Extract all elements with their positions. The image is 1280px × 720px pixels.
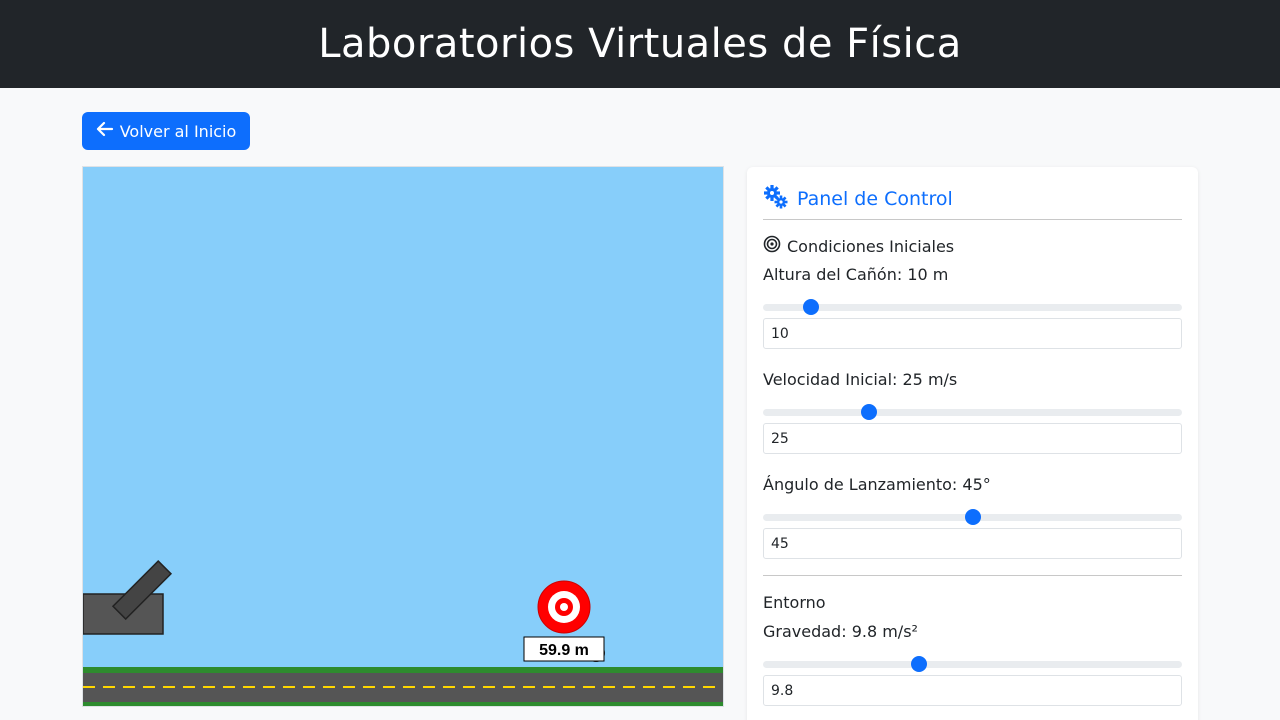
section-divider [763,575,1182,576]
velocity-input[interactable] [763,423,1182,454]
gravity-slider[interactable] [763,654,1182,674]
height-control: Altura del Cañón: 10 m [763,265,1182,349]
gears-icon [763,184,789,215]
angle-input[interactable] [763,528,1182,559]
gravity-label: Gravedad: 9.8 m/s² [763,622,918,641]
height-slider[interactable] [763,297,1182,317]
angle-label: Ángulo de Lanzamiento: 45° [763,475,991,494]
height-input[interactable] [763,318,1182,349]
panel-header: Panel de Control [763,179,1182,219]
top-navbar: Laboratorios Virtuales de Física [0,0,1280,88]
simulation-canvas[interactable]: 59.9 m [82,166,724,707]
initial-conditions-title: Condiciones Iniciales [787,236,955,256]
sky [83,167,723,667]
angle-slider[interactable] [763,507,1182,527]
gravity-control: Gravedad: 9.8 m/s² [763,622,1182,706]
initial-conditions-header: Condiciones Iniciales [763,235,1182,257]
distance-label: 59.9 m [523,636,605,662]
control-panel: Panel de Control Condiciones Iniciales A… [747,167,1198,720]
panel-divider [763,219,1182,220]
grass-bottom [83,702,723,706]
height-slider-thumb[interactable] [803,299,820,315]
height-label: Altura del Cañón: 10 m [763,265,949,284]
arrow-left-icon [96,121,114,141]
gravity-slider-thumb[interactable] [910,656,927,672]
angle-slider-thumb[interactable] [964,509,981,525]
velocity-label: Velocidad Inicial: 25 m/s [763,370,958,389]
back-button-label: Volver al Inicio [119,121,237,141]
velocity-slider-thumb[interactable] [861,404,877,420]
target-icon [537,580,591,634]
velocity-slider[interactable] [763,402,1182,422]
bullseye-icon [763,235,781,257]
page-title: Laboratorios Virtuales de Física [318,21,962,67]
angle-control: Ángulo de Lanzamiento: 45° [763,475,1182,559]
velocity-control: Velocidad Inicial: 25 m/s [763,370,1182,454]
target-distance-text: 59.9 m [539,642,589,659]
panel-title: Panel de Control [797,188,953,210]
environment-title: Entorno [763,593,826,612]
back-to-home-button[interactable]: Volver al Inicio [82,112,250,150]
grass-top [83,667,723,673]
gravity-input[interactable] [763,675,1182,706]
